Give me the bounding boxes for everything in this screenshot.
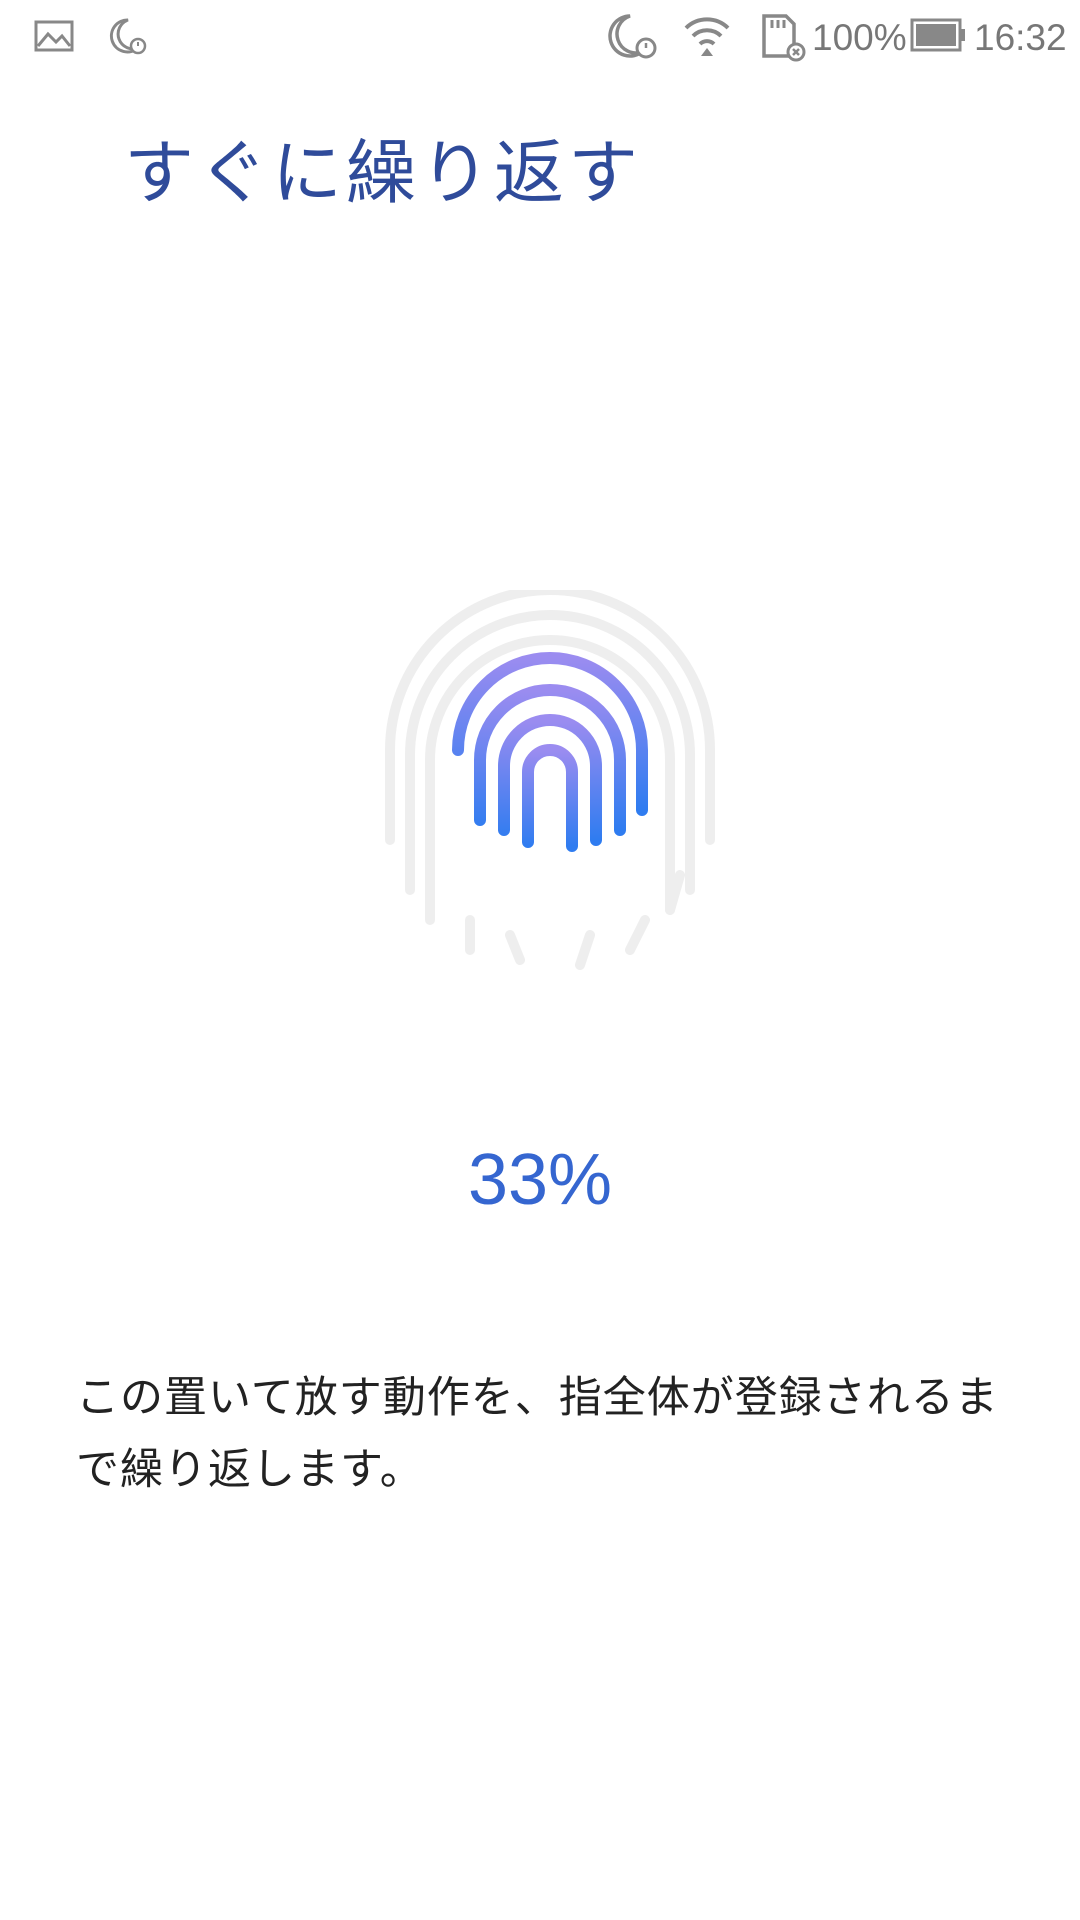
sd-card-icon <box>758 12 806 66</box>
moon-alarm-icon <box>108 16 148 60</box>
wifi-icon <box>682 12 732 66</box>
battery-icon <box>910 18 966 56</box>
page-title: すぐに繰り返す <box>124 132 642 214</box>
moon-alarm-icon <box>606 12 660 66</box>
fingerprint-icon <box>380 585 720 970</box>
image-icon <box>34 20 74 56</box>
status-bar: 100% 16:32 <box>0 0 1080 76</box>
enrollment-progress: 33% <box>467 1140 613 1220</box>
instruction-text: この置いて放す動作を、指全体が登録されるまで繰り返します。 <box>76 1373 999 1495</box>
clock-time: 16:32 <box>974 17 1067 58</box>
battery-percentage: 100% <box>812 17 907 58</box>
